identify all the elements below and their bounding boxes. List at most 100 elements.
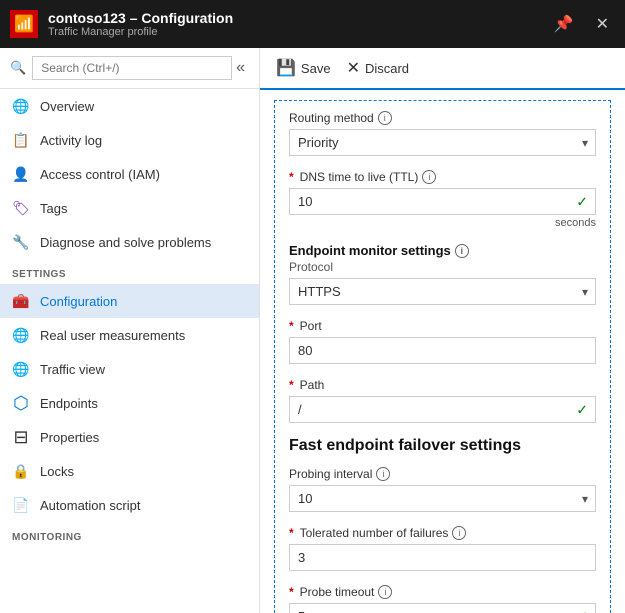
sidebar-item-traffic-view[interactable]: 🌐 Traffic view xyxy=(0,352,259,386)
protocol-select[interactable]: HTTP HTTPS TCP xyxy=(289,278,596,305)
main-layout: 🔍 « 🌐 Overview 📋 Activity log 👤 Access c… xyxy=(0,48,625,613)
probing-interval-label: Probing interval i xyxy=(289,467,596,481)
endpoint-monitor-label: Endpoint monitor settings i xyxy=(289,243,596,258)
automation-icon: 📄 xyxy=(12,496,30,514)
probing-interval-info-icon[interactable]: i xyxy=(376,467,390,481)
properties-icon: ⊟ xyxy=(12,428,30,446)
monitoring-section: MONITORING xyxy=(0,522,259,547)
path-input-wrapper: ✓ xyxy=(289,396,596,423)
collapse-button[interactable]: « xyxy=(232,59,249,77)
save-icon: 💾 xyxy=(276,58,296,78)
activity-log-label: Activity log xyxy=(40,133,102,148)
protocol-select-wrapper: HTTP HTTPS TCP ▾ xyxy=(289,278,596,305)
path-label: * Path xyxy=(289,378,596,392)
toolbar: 💾 Save ✕ Discard xyxy=(260,48,625,90)
port-input[interactable] xyxy=(289,337,596,364)
diagnose-icon: 🔧 xyxy=(12,233,30,251)
configuration-label: Configuration xyxy=(40,294,117,309)
configuration-icon: 🧰 xyxy=(12,292,30,310)
sidebar-item-locks[interactable]: 🔒 Locks xyxy=(0,454,259,488)
sidebar-item-properties[interactable]: ⊟ Properties xyxy=(0,420,259,454)
tolerated-failures-group: * Tolerated number of failures i xyxy=(289,526,596,571)
sidebar: 🔍 « 🌐 Overview 📋 Activity log 👤 Access c… xyxy=(0,48,260,613)
port-group: * Port xyxy=(289,319,596,364)
top-nav: 🌐 Overview 📋 Activity log 👤 Access contr… xyxy=(0,89,259,259)
locks-icon: 🔒 xyxy=(12,462,30,480)
activity-log-icon: 📋 xyxy=(12,131,30,149)
properties-label: Properties xyxy=(40,430,99,445)
probe-timeout-check-icon: ✓ xyxy=(576,608,588,613)
diagnose-label: Diagnose and solve problems xyxy=(40,235,211,250)
protocol-label: Protocol xyxy=(289,260,596,274)
discard-icon: ✕ xyxy=(347,58,360,78)
endpoint-monitor-group: Endpoint monitor settings i Protocol HTT… xyxy=(289,243,596,423)
traffic-view-label: Traffic view xyxy=(40,362,105,377)
pin-button[interactable]: 📌 xyxy=(548,12,580,36)
overview-label: Overview xyxy=(40,99,94,114)
fast-failover-title: Fast endpoint failover settings xyxy=(289,437,596,455)
real-user-label: Real user measurements xyxy=(40,328,185,343)
dns-ttl-input-wrapper: ✓ xyxy=(289,188,596,215)
title-bar: 📶 contoso123 – Configuration Traffic Man… xyxy=(0,0,625,48)
dns-ttl-info-icon[interactable]: i xyxy=(422,170,436,184)
tags-label: Tags xyxy=(40,201,67,216)
protocol-group: Protocol HTTP HTTPS TCP ▾ xyxy=(289,260,596,305)
window-controls: 📌 ✕ xyxy=(548,12,615,36)
sidebar-item-endpoints[interactable]: ⬡ Endpoints xyxy=(0,386,259,420)
probing-interval-select[interactable]: 10 30 xyxy=(289,485,596,512)
overview-icon: 🌐 xyxy=(12,97,30,115)
probe-timeout-input[interactable] xyxy=(289,603,596,613)
sidebar-item-access-control[interactable]: 👤 Access control (IAM) xyxy=(0,157,259,191)
app-icon: 📶 xyxy=(10,10,38,38)
search-icon: 🔍 xyxy=(10,60,26,76)
path-input[interactable] xyxy=(289,396,596,423)
endpoints-icon: ⬡ xyxy=(12,394,30,412)
probe-timeout-input-wrapper: ✓ xyxy=(289,603,596,613)
endpoints-label: Endpoints xyxy=(40,396,98,411)
close-button[interactable]: ✕ xyxy=(590,12,615,36)
path-group: * Path ✓ xyxy=(289,378,596,423)
access-control-label: Access control (IAM) xyxy=(40,167,160,182)
sidebar-item-tags[interactable]: 🏷 Tags xyxy=(0,191,259,225)
search-bar: 🔍 « xyxy=(0,48,259,89)
probe-timeout-label: * Probe timeout i xyxy=(289,585,596,599)
main-content: 💾 Save ✕ Discard Routing method i Priori… xyxy=(260,48,625,613)
probe-timeout-group: * Probe timeout i ✓ seconds xyxy=(289,585,596,613)
settings-section: SETTINGS 🧰 Configuration 🌐 Real user mea… xyxy=(0,259,259,522)
discard-button[interactable]: ✕ Discard xyxy=(347,56,409,80)
probing-interval-group: Probing interval i 10 30 ▾ xyxy=(289,467,596,512)
routing-method-group: Routing method i Priority Weighted Perfo… xyxy=(289,111,596,156)
discard-label: Discard xyxy=(365,61,409,76)
sidebar-item-configuration[interactable]: 🧰 Configuration xyxy=(0,284,259,318)
dns-ttl-input[interactable] xyxy=(289,188,596,215)
window-title: contoso123 – Configuration xyxy=(48,10,548,26)
routing-method-info-icon[interactable]: i xyxy=(378,111,392,125)
save-label: Save xyxy=(301,61,331,76)
form-container: Routing method i Priority Weighted Perfo… xyxy=(274,100,611,613)
window-subtitle: Traffic Manager profile xyxy=(48,26,548,38)
sidebar-item-real-user-measurements[interactable]: 🌐 Real user measurements xyxy=(0,318,259,352)
dns-ttl-label: * DNS time to live (TTL) i xyxy=(289,170,596,184)
save-button[interactable]: 💾 Save xyxy=(276,56,331,80)
dns-ttl-suffix: seconds xyxy=(289,217,596,229)
settings-section-label: SETTINGS xyxy=(0,259,259,284)
routing-method-select-wrapper: Priority Weighted Performance Geographic… xyxy=(289,129,596,156)
monitoring-section-label: MONITORING xyxy=(0,522,259,547)
tolerated-failures-info-icon[interactable]: i xyxy=(452,526,466,540)
dns-ttl-group: * DNS time to live (TTL) i ✓ seconds xyxy=(289,170,596,229)
real-user-icon: 🌐 xyxy=(12,326,30,344)
probe-timeout-info-icon[interactable]: i xyxy=(378,585,392,599)
sidebar-item-activity-log[interactable]: 📋 Activity log xyxy=(0,123,259,157)
sidebar-item-diagnose[interactable]: 🔧 Diagnose and solve problems xyxy=(0,225,259,259)
access-control-icon: 👤 xyxy=(12,165,30,183)
path-check-icon: ✓ xyxy=(576,401,588,418)
search-input[interactable] xyxy=(32,56,232,80)
tags-icon: 🏷 xyxy=(12,199,30,217)
endpoint-monitor-info-icon[interactable]: i xyxy=(455,244,469,258)
tolerated-failures-input[interactable] xyxy=(289,544,596,571)
traffic-view-icon: 🌐 xyxy=(12,360,30,378)
sidebar-item-overview[interactable]: 🌐 Overview xyxy=(0,89,259,123)
dns-ttl-check-icon: ✓ xyxy=(576,193,588,210)
routing-method-select[interactable]: Priority Weighted Performance Geographic… xyxy=(289,129,596,156)
sidebar-item-automation-script[interactable]: 📄 Automation script xyxy=(0,488,259,522)
